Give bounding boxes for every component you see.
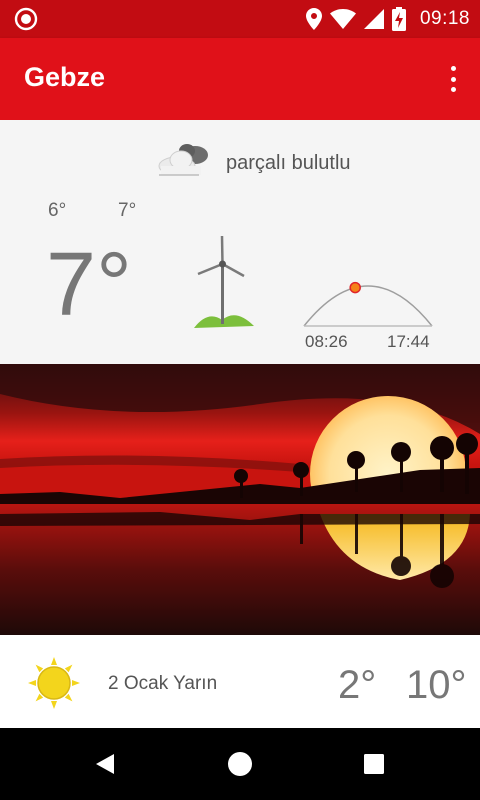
current-weather-panel: parçalı bulutlu 6° 7° 7° 08:26 17:44 (0, 120, 480, 364)
home-icon[interactable] (226, 750, 254, 778)
navigation-bar (0, 728, 480, 800)
partly-cloudy-icon (158, 144, 208, 176)
forecast-high: 10° (406, 663, 467, 707)
cell-signal-icon (363, 9, 384, 29)
sun-icon (28, 657, 80, 709)
back-icon[interactable] (92, 750, 120, 778)
sun-path-arc (303, 281, 433, 327)
wind-turbine-icon (194, 235, 254, 328)
sun-position-icon (349, 281, 361, 294)
app-bar: Gebze (0, 38, 480, 120)
forecast-low: 2° (338, 663, 377, 707)
city-title: Gebze (24, 62, 106, 92)
status-bar: 09:18 (0, 0, 480, 38)
battery-charging-icon (391, 7, 406, 31)
recents-icon[interactable] (360, 750, 388, 778)
high-temperature: 7° (118, 200, 137, 221)
sunset-time: 17:44 (387, 332, 430, 351)
location-icon (305, 8, 322, 30)
condition-text: parçalı bulutlu (226, 152, 351, 174)
app-notification-icon (14, 7, 38, 31)
forecast-label: 2 Ocak Yarın (108, 673, 218, 694)
wifi-icon (329, 9, 356, 29)
sunset-photo (0, 364, 480, 635)
more-vert-icon[interactable] (446, 64, 460, 94)
forecast-row[interactable]: 2 Ocak Yarın 2° 10° (0, 635, 480, 728)
low-temperature: 6° (48, 200, 67, 221)
current-temperature: 7° (46, 235, 133, 335)
status-clock: 09:18 (419, 8, 470, 29)
sunrise-time: 08:26 (305, 332, 348, 351)
